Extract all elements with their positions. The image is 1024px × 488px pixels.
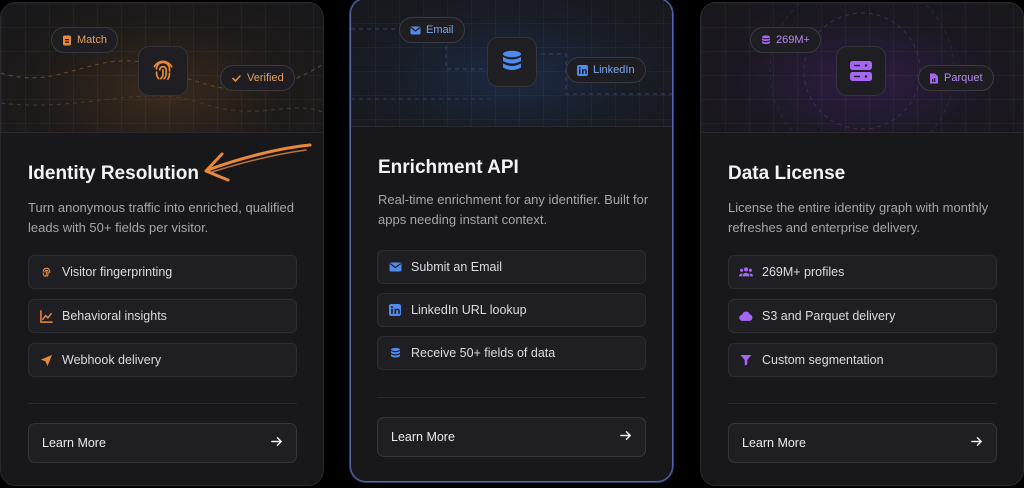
database-icon	[761, 34, 771, 46]
match-pill: Match	[51, 27, 118, 53]
line-chart-icon	[39, 309, 53, 323]
users-icon	[739, 265, 753, 279]
server-icon	[836, 46, 886, 96]
fingerprint-icon	[39, 265, 53, 279]
feature-item: Webhook delivery	[28, 343, 297, 377]
database-icon	[388, 346, 402, 360]
card-hero: Match Verified	[1, 3, 323, 133]
card-description: License the entire identity graph with m…	[728, 200, 989, 235]
feature-item: Receive 50+ fields of data	[377, 336, 646, 370]
verified-pill: Verified	[220, 65, 295, 91]
paper-plane-icon	[39, 353, 53, 367]
card-description: Real-time enrichment for any identifier.…	[378, 192, 649, 227]
divider	[28, 403, 297, 404]
learn-more-button[interactable]: Learn More	[728, 423, 997, 463]
profiles-count-pill: 269M+	[750, 27, 821, 53]
feature-item: Visitor fingerprinting	[28, 255, 297, 289]
card-title: Enrichment API	[378, 157, 519, 178]
feature-item: Behavioral insights	[28, 299, 297, 333]
divider	[728, 403, 997, 404]
database-icon	[487, 37, 537, 87]
identity-resolution-card: Match Verified Identity Resolution Turn …	[0, 2, 324, 486]
card-hero: 269M+ Parquet	[701, 3, 1023, 133]
envelope-icon	[410, 26, 421, 35]
check-icon	[231, 73, 242, 84]
arrow-right-icon	[619, 429, 632, 445]
parquet-pill: Parquet	[918, 65, 994, 91]
hand-drawn-arrow-icon	[204, 143, 312, 182]
divider	[377, 397, 646, 398]
card-title: Data License	[728, 163, 846, 184]
feature-item: LinkedIn URL lookup	[377, 293, 646, 327]
arrow-right-icon	[970, 435, 983, 451]
card-description: Turn anonymous traffic into enriched, qu…	[28, 200, 294, 235]
data-license-card: 269M+ Parquet Data License License the e…	[700, 2, 1024, 486]
file-icon	[929, 73, 939, 84]
learn-more-button[interactable]: Learn More	[28, 423, 297, 463]
linkedin-icon	[577, 64, 588, 76]
card-title: Identity Resolution	[28, 163, 199, 184]
card-hero: Email LinkedIn	[351, 0, 672, 127]
linkedin-pill: LinkedIn	[566, 57, 646, 83]
fingerprint-icon	[138, 46, 188, 96]
linkedin-icon	[388, 303, 402, 317]
envelope-icon	[388, 260, 402, 274]
filter-icon	[739, 353, 753, 367]
arrow-right-icon	[270, 435, 283, 451]
learn-more-button[interactable]: Learn More	[377, 417, 646, 457]
enrichment-api-card: Email LinkedIn Enrichment API Real-time …	[350, 0, 673, 482]
feature-item: S3 and Parquet delivery	[728, 299, 997, 333]
cloud-icon	[739, 309, 753, 323]
feature-item: Submit an Email	[377, 250, 646, 284]
feature-item: 269M+ profiles	[728, 255, 997, 289]
email-pill: Email	[399, 17, 465, 43]
badge-icon	[62, 35, 72, 46]
feature-item: Custom segmentation	[728, 343, 997, 377]
